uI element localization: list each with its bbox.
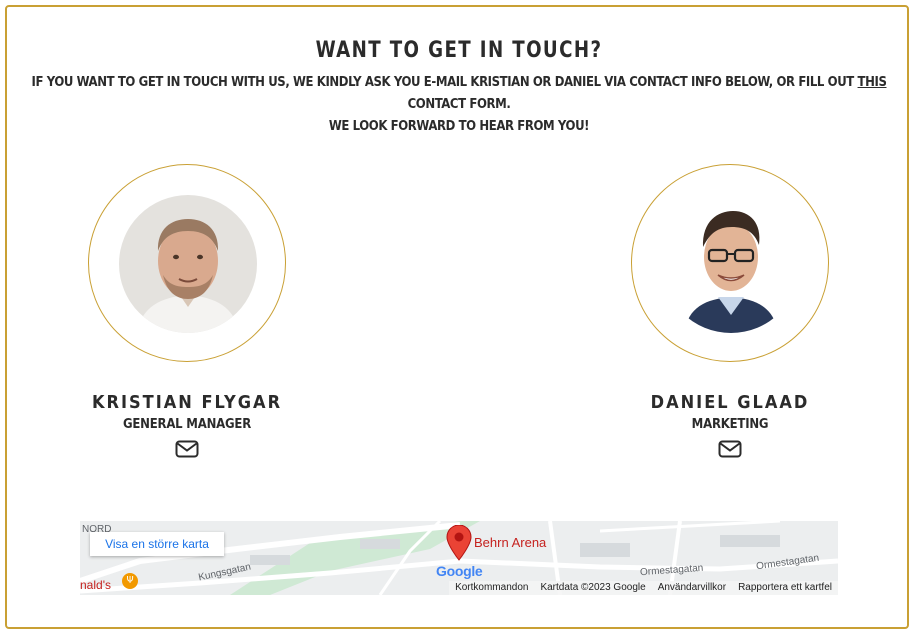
place-label: Behrn Arena [474, 535, 547, 550]
avatar-daniel [662, 195, 800, 333]
contact-name: DANIEL GLAAD [650, 392, 810, 413]
map-footer-terms[interactable]: Användarvillkor [658, 581, 726, 595]
google-logo: Google [436, 563, 483, 579]
contact-form-link[interactable]: THIS [858, 75, 887, 90]
contact-card-kristian: KRISTIAN FLYGAR GENERAL MANAGER [87, 164, 287, 462]
envelope-icon[interactable] [718, 440, 742, 462]
map-footer: Kortkommandon Kartdata ©2023 Google Anvä… [449, 581, 838, 595]
map-footer-report[interactable]: Rapportera ett kartfel [738, 581, 832, 595]
map-footer-mapdata: Kartdata ©2023 Google [540, 582, 646, 593]
intro-line-2: WE LOOK FORWARD TO HEAR FROM YOU! [328, 119, 590, 134]
contact-role: GENERAL MANAGER [122, 417, 252, 432]
page-title: WANT TO GET IN TOUCH? [315, 38, 603, 63]
intro-line-1: IF YOU WANT TO GET IN TOUCH WITH US, WE … [20, 72, 898, 116]
avatar-kristian [119, 195, 257, 333]
avatar-ring [631, 164, 829, 362]
map-embed[interactable]: NORD Visa en större karta nald's Ψ Kungs… [80, 521, 838, 595]
restaurant-icon: Ψ [122, 573, 138, 589]
envelope-icon[interactable] [175, 440, 199, 462]
intro-line-1-text: IF YOU WANT TO GET IN TOUCH WITH US, WE … [31, 75, 858, 90]
map-pin-icon[interactable] [446, 524, 472, 565]
contact-name: KRISTIAN FLYGAR [91, 392, 283, 413]
avatar-ring [88, 164, 286, 362]
map-poi-label: nald's [80, 578, 111, 592]
contact-role: MARKETING [691, 417, 769, 432]
contact-card-daniel: DANIEL GLAAD MARKETING [630, 164, 830, 462]
map-footer-shortcuts[interactable]: Kortkommandon [455, 581, 528, 595]
intro-line-1-end: CONTACT FORM. [407, 97, 511, 112]
larger-map-link[interactable]: Visa en större karta [90, 532, 224, 556]
intro-text: IF YOU WANT TO GET IN TOUCH WITH US, WE … [20, 72, 898, 138]
